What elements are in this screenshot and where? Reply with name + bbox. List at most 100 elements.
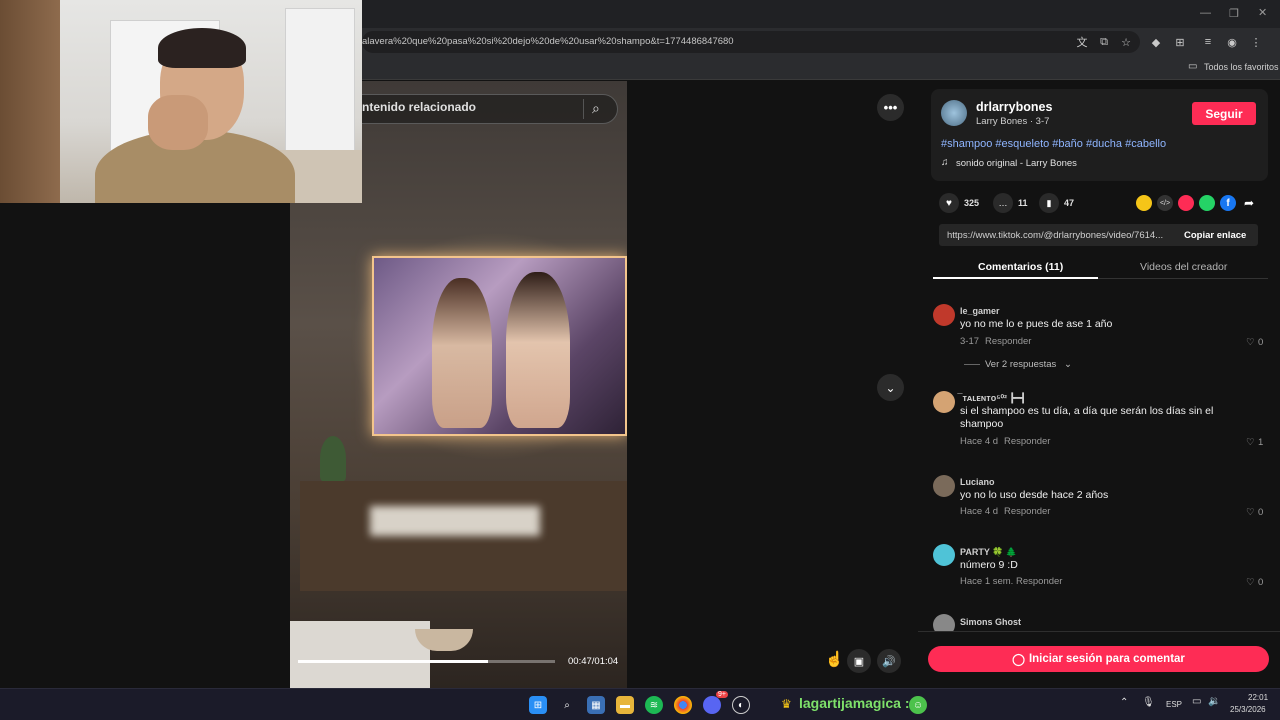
comment-avatar[interactable] <box>933 544 955 566</box>
share-arrow-icon[interactable]: ➦ <box>1241 195 1257 211</box>
comment-time: Hace 4 d <box>960 436 999 447</box>
like-count: 325 <box>964 198 980 208</box>
reply-button[interactable]: Responder <box>985 336 1031 347</box>
send-icon[interactable] <box>1178 195 1194 211</box>
comment-like-count: 0 <box>1258 507 1264 518</box>
facebook-icon[interactable]: f <box>1220 195 1236 211</box>
file-explorer-icon[interactable]: ▬ <box>616 696 634 714</box>
windows-taskbar: ⊞ ⌕ ▦ ▬ ≋ 9+ ◐ ♛ lagartijamagica : ☺ ⌃ 🎙… <box>0 688 1280 720</box>
login-to-comment-button[interactable]: ◯ Iniciar sesión para comentar <box>928 646 1269 672</box>
progress-track[interactable] <box>298 660 555 663</box>
all-bookmarks-link[interactable]: Todos los favoritos <box>1204 62 1279 72</box>
maximize-icon[interactable]: ❐ <box>1229 7 1239 20</box>
comment-text: yo no me lo e pues de ase 1 año <box>960 318 1113 330</box>
chrome-icon[interactable] <box>674 696 692 714</box>
comment-text: número 9 :D <box>960 559 1018 571</box>
taskbar-apps: ⊞ ⌕ ▦ ▬ ≋ 9+ ◐ <box>529 691 750 714</box>
bookmark-star-icon[interactable]: ☆ <box>1118 34 1134 50</box>
close-icon[interactable]: ✕ <box>1258 6 1267 19</box>
puzzle-icon[interactable]: ⊞ <box>1172 34 1188 50</box>
sound-name[interactable]: sonido original - Larry Bones <box>956 158 1077 169</box>
microphone-icon[interactable]: 🎙 <box>1142 697 1155 708</box>
speaker-icon[interactable]: 🔉 <box>1208 696 1220 707</box>
view-replies-button[interactable]: Ver 2 respuestas <box>985 359 1056 370</box>
language-indicator[interactable]: ESP <box>1166 700 1182 709</box>
chevron-down-icon[interactable]: ⌄ <box>1064 359 1072 370</box>
reply-button[interactable]: Responder <box>1016 576 1062 587</box>
network-icon[interactable]: ▭ <box>1192 696 1201 707</box>
install-app-icon[interactable]: ⧉ <box>1096 34 1112 50</box>
comment-like-icon[interactable]: ♡ <box>1246 437 1255 448</box>
creator-display-name: Larry Bones · 3-7 <box>976 116 1050 127</box>
crown-icon: ♛ <box>781 697 792 711</box>
comment-username[interactable]: Simons Ghost <box>960 617 1021 627</box>
folder-icon: ▭ <box>1188 61 1198 72</box>
plant <box>320 436 346 481</box>
follow-button[interactable]: Seguir <box>1192 102 1256 125</box>
comment-avatar[interactable] <box>933 614 955 631</box>
comment-username[interactable]: Luciano <box>960 477 995 487</box>
comment-username[interactable]: PARTY 🍀 🌲 <box>960 547 1017 558</box>
video-hashtags[interactable]: #shampoo #esqueleto #baño #ducha #cabell… <box>941 138 1166 150</box>
figure-left <box>432 278 492 428</box>
comment-like-count: 0 <box>1258 577 1264 588</box>
comment-input-divider <box>918 631 1280 632</box>
replies-line <box>964 364 980 365</box>
embed-icon[interactable]: </> <box>1157 195 1173 211</box>
webcam-person-hair <box>158 28 246 68</box>
tab-comments[interactable]: Comentarios (11) <box>978 261 1063 273</box>
progress-fill <box>298 660 489 663</box>
video-time: 00:47/01:04 <box>568 656 619 667</box>
more-options-icon[interactable]: ••• <box>877 94 904 121</box>
comment-like-icon[interactable]: ♡ <box>1246 507 1255 518</box>
volume-icon[interactable]: 🔊 <box>877 649 901 673</box>
search-icon[interactable]: ⌕ <box>558 696 576 714</box>
comment-icon[interactable]: … <box>993 193 1013 213</box>
like-icon[interactable]: ♥ <box>939 193 959 213</box>
whatsapp-icon[interactable] <box>1199 195 1215 211</box>
share-link-url[interactable]: https://www.tiktok.com/@drlarrybones/vid… <box>947 230 1173 241</box>
creator-avatar[interactable] <box>941 100 967 126</box>
obs-icon[interactable]: ◐ <box>732 696 750 714</box>
emote-icon: ☺ <box>909 696 927 714</box>
comment-text: yo no lo uso desde hace 2 años <box>960 489 1109 501</box>
comment-like-icon[interactable]: ♡ <box>1246 337 1255 348</box>
start-icon[interactable]: ⊞ <box>529 696 547 714</box>
clock-time[interactable]: 22:01 <box>1248 693 1268 702</box>
pip-icon[interactable]: ▣ <box>847 649 871 673</box>
comment-username[interactable]: ̅̅ ᴛᴀʟᴇɴᴛᴏ⁵⁰² ┣━┫ <box>960 393 1026 404</box>
repost-icon[interactable] <box>1136 195 1152 211</box>
comment-like-icon[interactable]: ♡ <box>1246 577 1255 588</box>
reply-button[interactable]: Responder <box>1004 436 1050 447</box>
menu-icon[interactable]: ⋮ <box>1248 34 1264 50</box>
webcam-person-hand <box>148 95 208 150</box>
blurred-object <box>370 506 540 536</box>
spotify-icon[interactable]: ≋ <box>645 696 663 714</box>
minimize-icon[interactable]: — <box>1200 7 1211 19</box>
copy-link-button[interactable]: Copiar enlace <box>1184 230 1246 241</box>
url-text: alavera%20que%20pasa%20si%20dejo%20de%20… <box>362 36 734 47</box>
discord-icon[interactable]: 9+ <box>703 691 728 714</box>
search-icon[interactable]: ⌕ <box>592 100 600 117</box>
bookmark-icon[interactable]: ▮ <box>1039 193 1059 213</box>
translate-icon[interactable]: 文 <box>1074 34 1090 50</box>
extension-icon[interactable]: ◆ <box>1148 34 1164 50</box>
figure-right <box>506 272 570 428</box>
reply-button[interactable]: Responder <box>1004 506 1050 517</box>
profile-icon[interactable]: ◉ <box>1224 34 1240 50</box>
tab-creator-videos[interactable]: Videos del creador <box>1140 261 1227 273</box>
comment-avatar[interactable] <box>933 304 955 326</box>
tray-chevron-icon[interactable]: ⌃ <box>1120 697 1128 708</box>
search-divider <box>583 99 584 119</box>
comment-like-count: 0 <box>1258 337 1264 348</box>
creator-username[interactable]: drlarrybones <box>976 100 1052 114</box>
clock-date[interactable]: 25/3/2026 <box>1230 705 1266 714</box>
media-control-icon[interactable]: ≡ <box>1200 34 1216 50</box>
comment-avatar[interactable] <box>933 475 955 497</box>
webcam-overlay <box>0 0 362 203</box>
address-bar[interactable]: alavera%20que%20pasa%20si%20dejo%20de%20… <box>362 31 1140 53</box>
comment-username[interactable]: le_gamer <box>960 306 1000 316</box>
next-video-chevron-icon[interactable]: ⌄ <box>877 374 904 401</box>
comment-avatar[interactable] <box>933 391 955 413</box>
store-icon[interactable]: ▦ <box>587 696 605 714</box>
